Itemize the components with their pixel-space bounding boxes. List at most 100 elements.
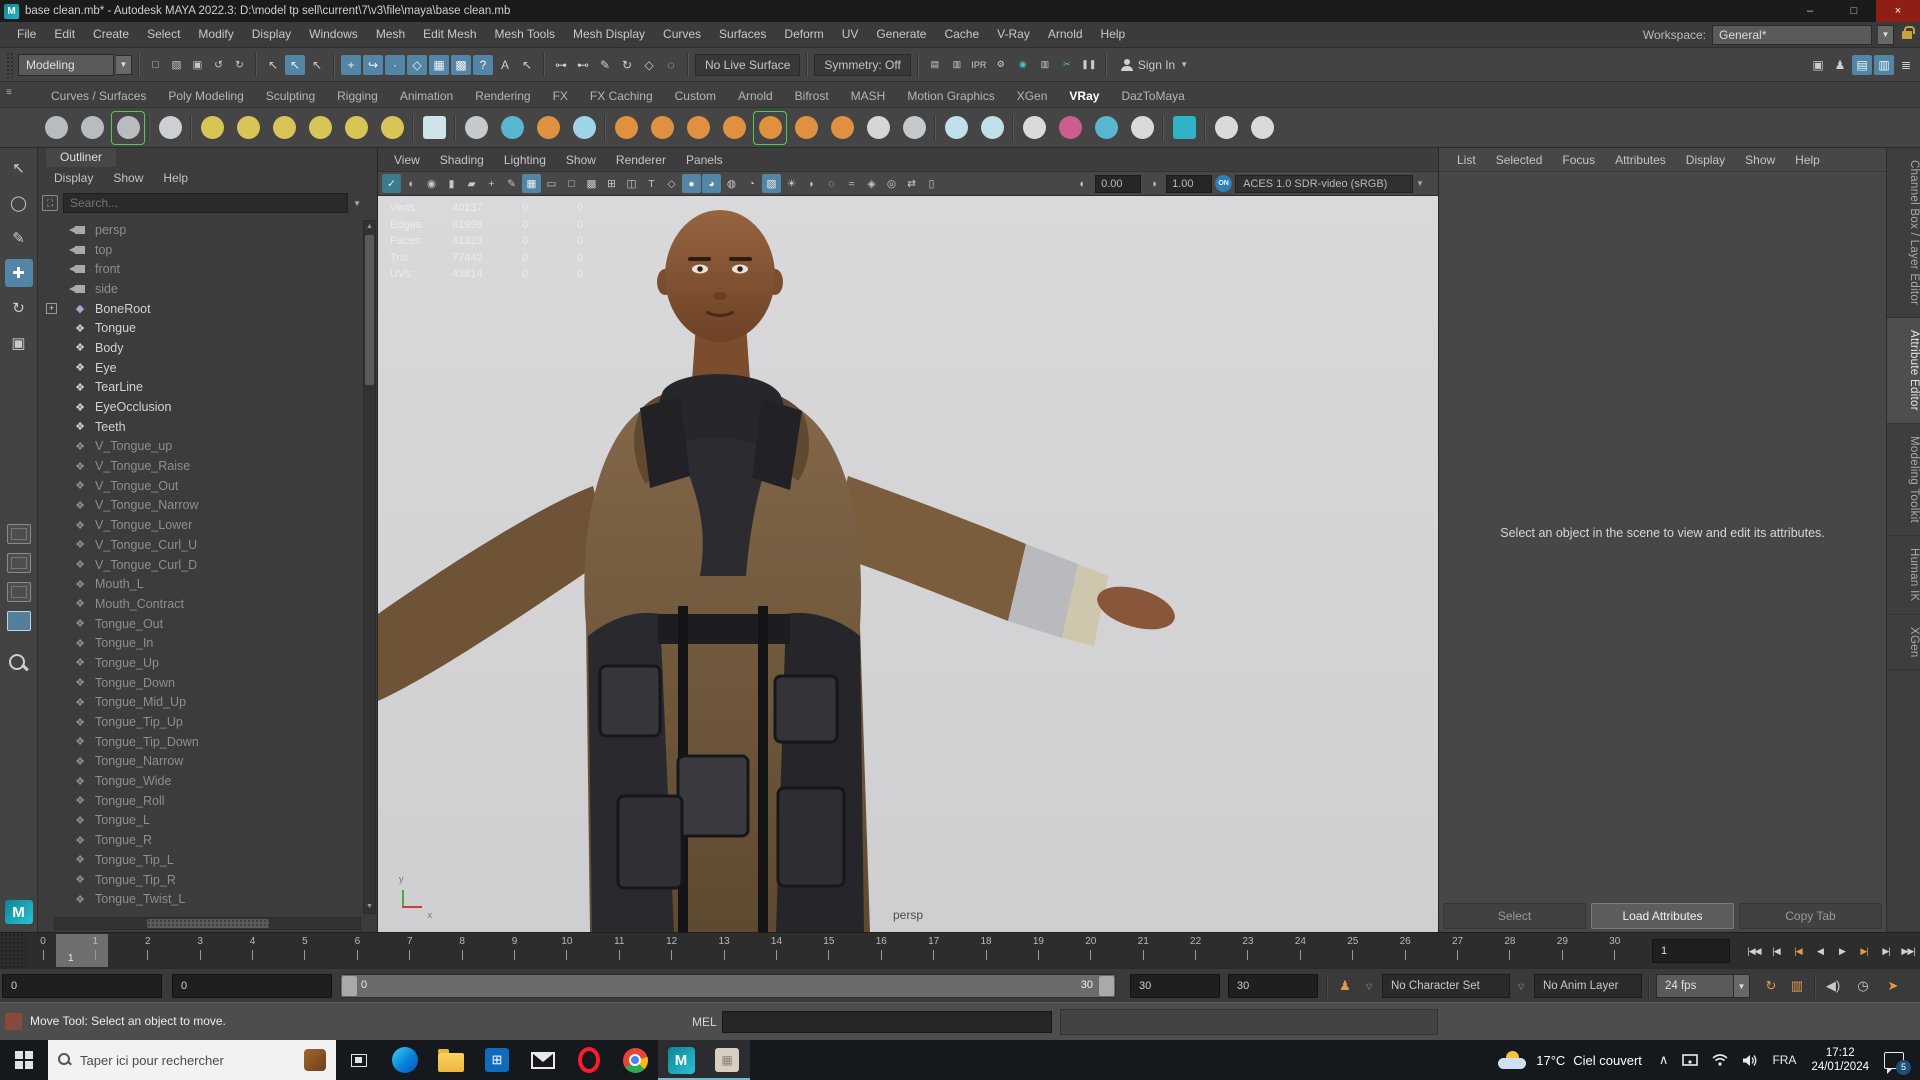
select-by-component-icon[interactable]: ↖ xyxy=(307,55,327,75)
layout-single-pane-button[interactable] xyxy=(6,524,31,544)
outliner-item[interactable]: + ◆❖ Mouth_L xyxy=(40,574,361,594)
render-settings-icon[interactable]: ⚙ xyxy=(991,55,1011,75)
close-button[interactable]: × xyxy=(1876,0,1920,22)
anim-layer-arrow-icon[interactable]: ▽ xyxy=(1518,982,1524,991)
taskbar-weather[interactable]: 17°C Ciel couvert xyxy=(1488,1051,1652,1069)
vp-use-default-material-icon[interactable]: ◍ xyxy=(722,174,741,193)
shelf-menu-icon[interactable]: ≡ xyxy=(6,87,12,98)
channel-box-toggle-icon[interactable]: ▤ xyxy=(1852,54,1872,75)
vray-palette-icon[interactable] xyxy=(1126,112,1158,144)
vray-lattice-icon[interactable] xyxy=(753,110,787,145)
menu-set-dropdown[interactable]: Modeling xyxy=(18,53,114,76)
taskbar-app-store[interactable]: ⊞ xyxy=(474,1040,520,1080)
vray-spline-icon[interactable] xyxy=(862,112,894,144)
taskbar-app-opera[interactable] xyxy=(566,1040,612,1080)
vray-rt-render-icon[interactable] xyxy=(111,110,145,145)
vp-safe-action-icon[interactable]: ◫ xyxy=(622,174,641,193)
frame-tick[interactable]: 26 xyxy=(1396,936,1414,968)
shelf-tab[interactable]: Arnold xyxy=(727,85,784,107)
vp-resolution-gate-icon[interactable]: □ xyxy=(562,174,581,193)
vp-safe-title-icon[interactable]: T xyxy=(642,174,661,193)
undo-icon[interactable]: ↺ xyxy=(209,55,228,74)
frame-tick[interactable]: 0 xyxy=(34,936,52,968)
vray-sphere-fur-icon[interactable] xyxy=(826,112,858,144)
frame-tick[interactable]: 21 xyxy=(1134,936,1152,968)
outliner-item[interactable]: + ◆❖ Mouth_Contract xyxy=(40,594,361,614)
frame-tick[interactable]: 7 xyxy=(401,936,419,968)
vp-2d-pan-zoom-icon[interactable]: + xyxy=(482,174,501,193)
vp-shaded-icon[interactable]: ● xyxy=(682,174,701,193)
vp-gate-mask-icon[interactable]: ▩ xyxy=(582,174,601,193)
playback-start-field[interactable]: 0 xyxy=(172,974,332,998)
outliner-item[interactable]: + ◆❖ Eye xyxy=(40,358,361,378)
step-back-key-button[interactable]: |◀ xyxy=(1788,938,1808,964)
live-surface-marker-icon[interactable]: ◇ xyxy=(639,55,659,75)
sign-in-button[interactable]: Sign In ▼ xyxy=(1113,53,1196,77)
fps-dropdown[interactable]: 24 fps xyxy=(1656,974,1734,998)
outliner-item[interactable]: + ◆❖ V_Tongue_Raise xyxy=(40,456,361,476)
vray-grass-icon[interactable] xyxy=(682,112,714,144)
viewport-menu-item[interactable]: View xyxy=(384,151,430,169)
vp-grease-pencil-icon[interactable]: ✎ xyxy=(502,174,521,193)
lasso-tool-icon[interactable]: ◯ xyxy=(5,189,33,217)
time-slider[interactable]: 1 0 1 2 3 4 5 6 7 8 9 10 11 12 13 14 15 16 17 18 19 20 21 22 23… xyxy=(0,932,1920,968)
expand-icon[interactable]: + xyxy=(46,303,57,315)
history-toggle-icon[interactable]: ↻ xyxy=(617,55,637,75)
vray-dots-icon[interactable] xyxy=(1090,112,1122,144)
shelf-tab[interactable]: Rigging xyxy=(326,85,389,107)
shelf-tab[interactable]: Poly Modeling xyxy=(157,85,254,107)
notification-center-button[interactable]: 5 xyxy=(1877,1040,1920,1080)
ipr-render-icon[interactable]: IPR xyxy=(969,55,989,75)
vray-displacement-icon[interactable] xyxy=(646,112,678,144)
zoom-layout-icon[interactable] xyxy=(7,652,31,676)
rotate-tool-icon[interactable]: ↻ xyxy=(5,294,33,322)
render-view-icon[interactable]: ▤ xyxy=(925,55,945,75)
open-scene-icon[interactable]: ▧ xyxy=(167,55,186,74)
output-connections-icon[interactable]: ⊷ xyxy=(573,55,593,75)
outliner-item[interactable]: + ◆❖ Tongue xyxy=(40,318,361,338)
character-set-dropdown[interactable]: No Character Set xyxy=(1382,974,1510,998)
mel-toggle-button[interactable]: MEL xyxy=(686,1011,723,1033)
taskbar-app-chrome[interactable] xyxy=(612,1040,658,1080)
go-to-start-button[interactable]: |◀◀ xyxy=(1744,938,1764,964)
vray-object-settings-icon[interactable] xyxy=(898,112,930,144)
vray-sphere-light-icon[interactable] xyxy=(268,112,300,144)
frame-tick[interactable]: 2 xyxy=(139,936,157,968)
outliner-item[interactable]: + ◆❖ V_Tongue_Out xyxy=(40,476,361,496)
frame-tick[interactable]: 29 xyxy=(1553,936,1571,968)
menu-item[interactable]: Windows xyxy=(300,22,367,47)
attribute-editor-button[interactable]: Copy Tab xyxy=(1739,903,1882,929)
menu-item[interactable]: V-Ray xyxy=(988,22,1039,47)
taskbar-app-edge[interactable] xyxy=(382,1040,428,1080)
snap-to-projected-center-icon[interactable]: ◇ xyxy=(407,54,427,75)
time-slider-grip[interactable] xyxy=(0,933,26,968)
save-scene-icon[interactable]: ▣ xyxy=(188,55,207,74)
light-editor-icon[interactable]: ▥ xyxy=(1035,55,1055,75)
select-by-object-icon[interactable]: ↖ xyxy=(285,54,305,75)
cut-render-icon[interactable]: ✂ xyxy=(1057,55,1077,75)
workspace-lock-icon[interactable] xyxy=(1902,25,1915,39)
highlight-selection-icon[interactable]: ↖ xyxy=(517,55,537,75)
language-indicator[interactable]: FRA xyxy=(1765,1040,1803,1080)
outliner-search-input[interactable] xyxy=(63,193,349,213)
frame-tick[interactable]: 4 xyxy=(244,936,262,968)
shelf-tab[interactable]: FX Caching xyxy=(579,85,664,107)
evaluation-mode-icon[interactable]: ➤ xyxy=(1882,975,1904,997)
exposure-field[interactable]: 0.00 xyxy=(1095,174,1142,193)
help-line-icon[interactable] xyxy=(5,1013,22,1030)
outliner-item[interactable]: + ◆❖ Tongue_Narrow xyxy=(40,752,361,772)
menu-item[interactable]: UV xyxy=(833,22,868,47)
exposure-icon[interactable]: ◐ xyxy=(1073,174,1092,193)
sidebar-tab[interactable]: Modeling Toolkit xyxy=(1887,424,1920,537)
vp-selected-camera-icon[interactable]: ✓ xyxy=(382,174,401,193)
frame-tick[interactable]: 18 xyxy=(977,936,995,968)
vray-render-settings-icon[interactable] xyxy=(154,112,186,144)
outliner-item[interactable]: + ◆❖ V_Tongue_Curl_D xyxy=(40,555,361,575)
vray-material-layered-icon[interactable] xyxy=(976,112,1008,144)
volume-icon[interactable] xyxy=(1735,1040,1765,1080)
sidebar-tab[interactable]: Channel Box / Layer Editor xyxy=(1887,148,1920,319)
outliner-item[interactable]: + ◆❖ Tongue_Twist_L xyxy=(40,889,361,909)
maximize-button[interactable]: □ xyxy=(1832,0,1876,22)
playblast-icon[interactable]: ▥ xyxy=(1786,975,1808,997)
range-end-handle[interactable] xyxy=(1099,976,1114,996)
